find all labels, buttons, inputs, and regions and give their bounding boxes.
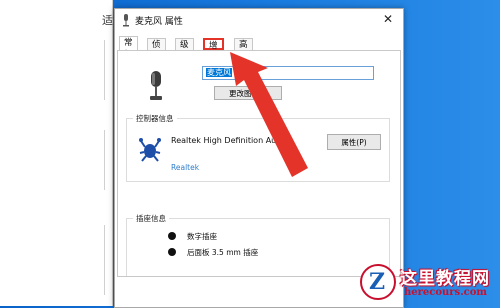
- background-window: 适: [0, 0, 113, 306]
- background-window-text: 适: [102, 14, 113, 27]
- microphone-device-icon: [150, 71, 162, 100]
- change-icon-button[interactable]: 更改图标(I): [214, 86, 282, 100]
- tab-general[interactable]: 常规: [119, 36, 138, 60]
- site-logo: Z: [360, 264, 396, 300]
- title-bar[interactable]: 麦克风 属性 ✕: [115, 9, 403, 31]
- divider: [104, 225, 105, 295]
- close-button[interactable]: ✕: [381, 12, 395, 26]
- general-tab-panel: 麦克风 更改图标(I) 控制器信息 Realtek High Definitio…: [117, 50, 401, 277]
- jack-item-label: 后面板 3.5 mm 插座: [187, 248, 259, 257]
- controller-info-group: 控制器信息 Realtek High Definition Audio Real…: [126, 113, 390, 182]
- properties-button[interactable]: 属性(P): [327, 134, 381, 150]
- controller-name: Realtek High Definition Audio: [171, 136, 289, 145]
- divider: [104, 130, 105, 190]
- realtek-crab-icon: [139, 138, 161, 162]
- tab-advanced[interactable]: 高级: [234, 38, 253, 62]
- tab-enhancements[interactable]: 增强: [203, 38, 224, 63]
- site-watermark: Z 这里教程网 herecours.com: [360, 262, 500, 306]
- jack-group-label: 插座信息: [133, 213, 169, 224]
- jack-info-group: 插座信息 数字插座 后面板 3.5 mm 插座: [126, 213, 390, 276]
- tab-levels[interactable]: 级别: [175, 38, 194, 62]
- controller-group-label: 控制器信息: [133, 113, 177, 124]
- jack-item-label: 数字插座: [187, 232, 217, 241]
- jack-item: 数字插座: [168, 231, 217, 242]
- bullet-icon: [168, 248, 176, 256]
- dialog-title: 麦克风 属性: [135, 17, 183, 27]
- divider: [104, 40, 105, 100]
- tab-listen[interactable]: 侦听: [147, 38, 166, 62]
- watermark-title: 这里教程网: [400, 269, 490, 289]
- watermark-url: herecours.com: [404, 287, 488, 298]
- device-name-input[interactable]: 麦克风: [202, 66, 374, 80]
- jack-item: 后面板 3.5 mm 插座: [168, 247, 259, 258]
- bullet-icon: [168, 232, 176, 240]
- microphone-icon: [123, 14, 129, 27]
- controller-vendor-link[interactable]: Realtek: [171, 163, 199, 172]
